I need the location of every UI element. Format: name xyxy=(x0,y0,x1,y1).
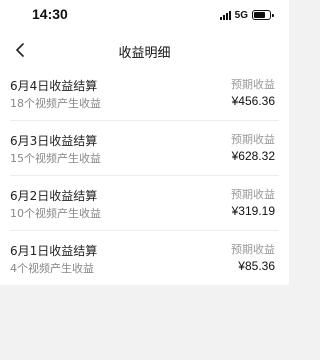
record-amount: ¥456.36 xyxy=(231,94,275,108)
record-amount: ¥319.19 xyxy=(231,204,275,218)
signal-icon xyxy=(219,10,231,20)
expected-earnings-label: 预期收益 xyxy=(231,133,275,146)
expected-earnings-label: 预期收益 xyxy=(231,188,275,201)
status-icons: 5G xyxy=(219,9,274,21)
record-amount: ¥628.32 xyxy=(231,149,275,163)
status-time: 14:30 xyxy=(32,6,68,22)
record-subtitle: 18个视频产生收益 xyxy=(10,97,101,110)
record-title: 6月1日收益结算 xyxy=(10,244,98,258)
status-bar: 14:30 5G xyxy=(0,0,289,30)
earnings-record-row[interactable]: 6月2日收益结算 10个视频产生收益 预期收益 ¥319.19 xyxy=(0,175,289,230)
network-type: 5G xyxy=(234,9,248,21)
record-subtitle: 4个视频产生收益 xyxy=(10,262,94,275)
nav-bar: 收益明细 xyxy=(0,30,289,70)
record-subtitle: 15个视频产生收益 xyxy=(10,152,101,165)
record-title: 6月4日收益结算 xyxy=(10,79,98,93)
earnings-list: 6月4日收益结算 18个视频产生收益 预期收益 ¥456.36 6月3日收益结算 15个视… xyxy=(0,65,289,285)
earnings-record-row[interactable]: 6月3日收益结算 15个视频产生收益 预期收益 ¥628.32 xyxy=(0,120,289,175)
record-title: 6月2日收益结算 xyxy=(10,189,98,203)
record-title: 6月3日收益结算 xyxy=(10,134,98,148)
expected-earnings-label: 预期收益 xyxy=(231,78,275,91)
earnings-record-row[interactable]: 6月4日收益结算 18个视频产生收益 预期收益 ¥456.36 xyxy=(0,65,289,120)
earnings-record-row[interactable]: 6月1日收益结算 4个视频产生收益 预期收益 ¥85.36 xyxy=(0,230,289,285)
record-amount: ¥85.36 xyxy=(238,259,275,273)
expected-earnings-label: 预期收益 xyxy=(231,243,275,256)
record-subtitle: 10个视频产生收益 xyxy=(10,207,101,220)
page-title: 收益明细 xyxy=(118,46,171,61)
battery-icon xyxy=(252,10,274,20)
